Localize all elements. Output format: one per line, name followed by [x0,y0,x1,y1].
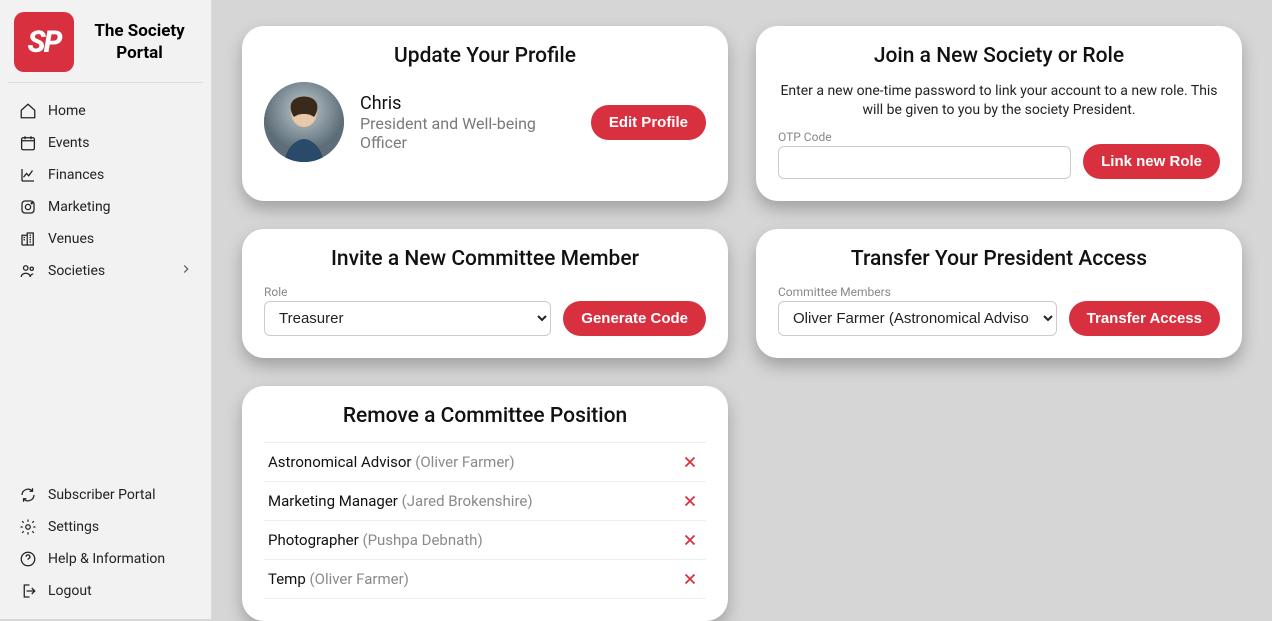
sidebar: SP The Society Portal Home Events Financ… [0,0,212,619]
brand-title: The Society Portal [82,20,197,64]
role-select[interactable]: Treasurer [264,301,551,336]
nav-item-societies[interactable]: Societies [8,255,203,287]
nav-item-marketing[interactable]: Marketing [8,191,203,223]
remove-list: Astronomical Advisor (Oliver Farmer) Mar… [264,442,706,599]
bottom-item-settings[interactable]: Settings [8,511,203,543]
nav-item-finances[interactable]: Finances [8,159,203,191]
remove-button[interactable] [678,450,702,474]
nav-item-label: Venues [48,231,94,247]
member-select[interactable]: Oliver Farmer (Astronomical Advisor) [778,301,1057,336]
logout-icon [18,581,38,601]
gear-icon [18,517,38,537]
position-role: Marketing Manager [268,492,398,510]
nav-item-label: Marketing [48,199,111,215]
remove-row: Temp (Oliver Farmer) [264,560,706,599]
role-label: Role [264,285,706,299]
profile-text: Chris President and Well-being Officer [360,93,575,152]
transfer-access-button[interactable]: Transfer Access [1069,301,1220,336]
card-title: Remove a Committee Position [264,404,706,428]
refresh-icon [18,485,38,505]
help-circle-icon [18,549,38,569]
invite-form-row: Treasurer Generate Code [264,301,706,336]
brand: SP The Society Portal [8,12,203,83]
card-transfer-access: Transfer Your President Access Committee… [756,229,1242,358]
link-role-button[interactable]: Link new Role [1083,144,1220,179]
profile-row: Chris President and Well-being Officer E… [264,82,706,162]
logo: SP [14,12,74,72]
card-title: Transfer Your President Access [778,247,1220,271]
main-content: Update Your Profile Chris President and … [212,0,1272,619]
edit-profile-button[interactable]: Edit Profile [591,105,706,140]
card-update-profile: Update Your Profile Chris President and … [242,26,728,201]
nav-item-label: Home [48,103,86,119]
card-invite-member: Invite a New Committee Member Role Treas… [242,229,728,358]
bottom-item-label: Logout [48,583,92,599]
bottom-item-label: Help & Information [48,551,165,567]
instagram-icon [18,197,38,217]
card-title: Invite a New Committee Member [264,247,706,271]
position-person: (Oliver Farmer) [310,570,409,588]
remove-button[interactable] [678,567,702,591]
nav-item-venues[interactable]: Venues [8,223,203,255]
generate-code-button[interactable]: Generate Code [563,301,706,336]
card-title: Update Your Profile [264,44,706,68]
chevron-right-icon [179,262,193,280]
nav-item-home[interactable]: Home [8,95,203,127]
members-label: Committee Members [778,285,1220,299]
position-role: Photographer [268,531,359,549]
remove-button[interactable] [678,489,702,513]
profile-role: President and Well-being Officer [360,114,575,152]
nav-item-label: Events [48,135,89,151]
remove-row: Astronomical Advisor (Oliver Farmer) [264,443,706,482]
bottom-item-help[interactable]: Help & Information [8,543,203,575]
otp-input[interactable] [778,146,1071,179]
avatar [264,82,344,162]
bottom-item-logout[interactable]: Logout [8,575,203,607]
position-person: (Jared Brokenshire) [402,492,533,510]
home-icon [18,101,38,121]
bottom-item-label: Subscriber Portal [48,487,156,503]
chart-line-icon [18,165,38,185]
nav-bottom: Subscriber Portal Settings Help & Inform… [8,473,203,607]
remove-button[interactable] [678,528,702,552]
bottom-item-label: Settings [48,519,99,535]
position-role: Astronomical Advisor [268,453,411,471]
building-icon [18,229,38,249]
nav-main: Home Events Finances Marketing Venues So… [8,95,203,473]
bottom-item-subscriber-portal[interactable]: Subscriber Portal [8,479,203,511]
otp-label: OTP Code [778,130,1071,144]
transfer-form-row: Oliver Farmer (Astronomical Advisor) Tra… [778,301,1220,336]
position-role: Temp [268,570,306,588]
join-form-row: OTP Code Link new Role [778,130,1220,179]
position-person: (Oliver Farmer) [415,453,514,471]
join-subtext: Enter a new one-time password to link yo… [778,82,1220,120]
remove-row: Marketing Manager (Jared Brokenshire) [264,482,706,521]
people-icon [18,261,38,281]
remove-row: Photographer (Pushpa Debnath) [264,521,706,560]
card-title: Join a New Society or Role [778,44,1220,68]
position-person: (Pushpa Debnath) [362,531,482,549]
profile-name: Chris [360,93,575,114]
nav-item-label: Finances [48,167,104,183]
card-remove-position: Remove a Committee Position Astronomical… [242,386,728,621]
nav-item-events[interactable]: Events [8,127,203,159]
card-join-society: Join a New Society or Role Enter a new o… [756,26,1242,201]
calendar-icon [18,133,38,153]
nav-item-label: Societies [48,263,105,279]
